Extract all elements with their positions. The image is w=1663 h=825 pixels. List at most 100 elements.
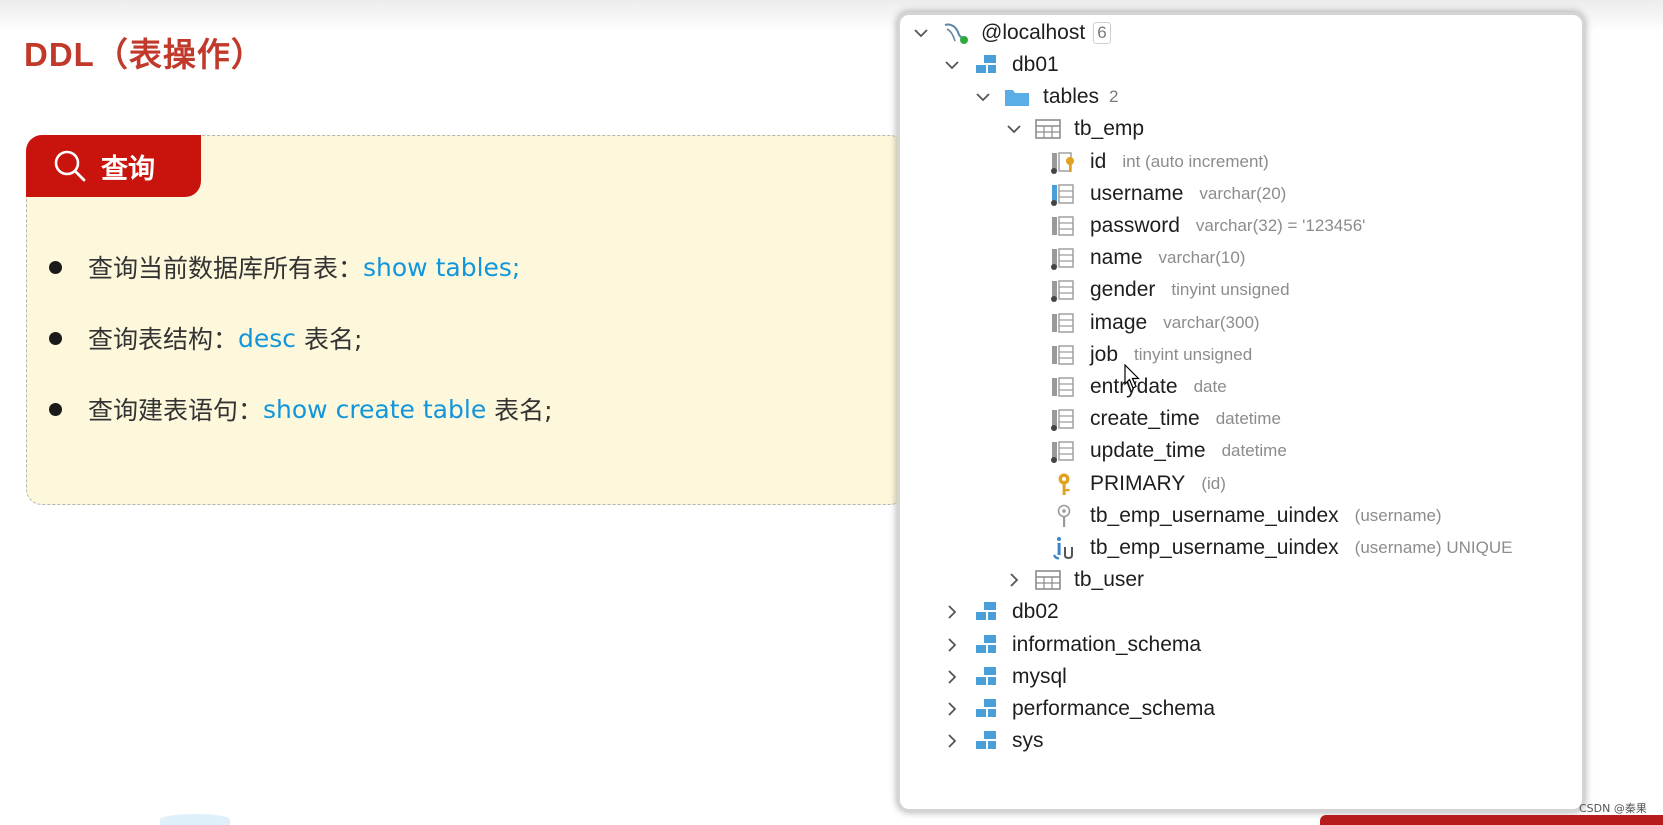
chevron-down-icon[interactable]: [944, 57, 960, 73]
column-type: tinyint unsigned: [1171, 280, 1290, 299]
table-name: tb_emp: [1074, 117, 1145, 140]
tree-node-performance-schema[interactable]: performance_schema: [944, 692, 1215, 726]
index-icon: [1052, 537, 1073, 560]
column-type: datetime: [1215, 409, 1281, 428]
column-node-password[interactable]: password varchar(32) = '123456': [1050, 209, 1365, 243]
tree-node-db01[interactable]: db01: [944, 48, 1059, 82]
chevron-right-icon[interactable]: [944, 733, 960, 749]
bullet-suffix: 表名;: [296, 325, 363, 354]
column-icon: [1052, 313, 1074, 333]
column-type: datetime: [1221, 441, 1287, 460]
column-node-username[interactable]: username varchar(20): [1050, 177, 1286, 211]
database-icon: [976, 667, 996, 685]
bullet-suffix: 表名;: [486, 396, 553, 425]
index-detail: (username) UNIQUE: [1354, 538, 1513, 557]
column-node-create-time[interactable]: create_time datetime: [1050, 402, 1281, 436]
slide-title: DDL（表操作）: [24, 36, 265, 73]
column-icon: [1052, 345, 1074, 365]
chevron-right-icon[interactable]: [944, 604, 960, 620]
key-icon: [1058, 473, 1070, 495]
column-type: date: [1193, 377, 1227, 396]
unique-key-icon: [1057, 504, 1071, 527]
chevron-down-icon[interactable]: [913, 25, 929, 41]
chevron-right-icon[interactable]: [944, 637, 960, 653]
column-name: username: [1090, 182, 1184, 205]
bullet-dot: [49, 331, 62, 345]
column-name: job: [1090, 343, 1119, 366]
primary-key-column-icon: [1051, 152, 1074, 174]
tree-node-tables[interactable]: tables 2: [975, 80, 1119, 114]
chevron-down-icon[interactable]: [1006, 121, 1022, 137]
index-node-username-uindex[interactable]: tb_emp_username_uindex (username) UNIQUE: [1050, 531, 1512, 565]
not-null-column-icon: [1051, 409, 1074, 431]
bullet-keyword: desc: [238, 323, 297, 353]
table-icon: [1035, 119, 1061, 139]
tree-node-mysql[interactable]: mysql: [944, 660, 1067, 694]
folder-icon: [1005, 90, 1029, 106]
tree-node-db02[interactable]: db02: [944, 595, 1059, 629]
mysql-connection-icon: [944, 23, 968, 44]
index-name: tb_emp_username_uindex: [1090, 536, 1339, 559]
column-name: image: [1090, 311, 1148, 334]
column-type: int (auto increment): [1122, 152, 1269, 171]
tree-node-localhost[interactable]: @localhost 6: [913, 16, 1111, 50]
database-icon: [976, 635, 996, 653]
column-node-gender[interactable]: gender tinyint unsigned: [1050, 273, 1290, 307]
search-icon: [54, 150, 86, 182]
tree-node-tb-user[interactable]: tb_user: [1006, 563, 1144, 597]
column-type: varchar(20): [1199, 184, 1287, 203]
column-type: varchar(300): [1163, 313, 1260, 332]
key-name: PRIMARY: [1090, 472, 1186, 495]
column-name: update_time: [1090, 439, 1206, 462]
db-name: mysql: [1012, 665, 1067, 688]
bullet-show-tables: 查询当前数据库所有表： show tables;: [49, 249, 520, 285]
chevron-down-icon[interactable]: [975, 89, 991, 105]
decorative-cloud: [160, 814, 230, 825]
column-node-job[interactable]: job tinyint unsigned: [1050, 338, 1252, 372]
db-name: performance_schema: [1012, 697, 1216, 720]
column-name: gender: [1090, 278, 1156, 301]
column-name: password: [1090, 214, 1180, 237]
key-node-primary[interactable]: PRIMARY (id): [1050, 467, 1226, 501]
bullet-text: 查询当前数据库所有表：: [88, 254, 364, 283]
not-null-column-icon: [1051, 280, 1074, 302]
column-node-id[interactable]: id int (auto increment): [1050, 145, 1269, 179]
section-label: 查询: [101, 153, 155, 185]
column-node-name[interactable]: name varchar(10): [1050, 241, 1245, 275]
host-name: @localhost: [981, 21, 1086, 44]
column-node-update-time[interactable]: update_time datetime: [1050, 434, 1287, 468]
database-icon: [976, 55, 996, 73]
tree-node-information-schema[interactable]: information_schema: [944, 628, 1201, 662]
column-node-image[interactable]: image varchar(300): [1050, 306, 1260, 340]
table-name: tb_user: [1074, 568, 1145, 591]
db-name: information_schema: [1012, 633, 1202, 656]
table-icon: [1035, 570, 1061, 590]
bullet-dot: [49, 260, 62, 274]
unique-column-icon: [1051, 184, 1074, 206]
tree-node-sys[interactable]: sys: [944, 724, 1044, 758]
column-name: id: [1090, 150, 1107, 173]
query-card: 查询 查询当前数据库所有表： show tables; 查询表结构： desc …: [26, 135, 906, 505]
chevron-right-icon[interactable]: [944, 701, 960, 717]
column-name: name: [1090, 246, 1143, 269]
watermark: CSDN @秦果: [1579, 802, 1647, 815]
column-type: tinyint unsigned: [1134, 345, 1253, 364]
tables-count: 2: [1109, 87, 1119, 106]
key-detail: (username): [1354, 506, 1442, 525]
column-icon: [1052, 216, 1074, 236]
key-node-username-uindex[interactable]: tb_emp_username_uindex (username): [1050, 499, 1442, 533]
column-type: varchar(32) = '123456': [1195, 216, 1366, 235]
bullet-keyword: show tables;: [363, 252, 521, 282]
chevron-right-icon[interactable]: [944, 669, 960, 685]
key-name: tb_emp_username_uindex: [1090, 504, 1339, 527]
chevron-right-icon[interactable]: [1006, 572, 1022, 588]
section-tab: 查询: [26, 135, 201, 197]
database-icon: [976, 602, 996, 620]
mouse-cursor-icon: [1124, 364, 1140, 389]
tree-node-tb-emp[interactable]: tb_emp: [1006, 112, 1144, 146]
bullet-desc: 查询表结构： desc 表名;: [49, 320, 362, 356]
db-name: db02: [1012, 600, 1059, 623]
database-icon: [976, 699, 996, 717]
database-explorer-panel: @localhost 6 db01 tables 2 tb_emp id int…: [897, 12, 1585, 812]
bullet-text: 查询表结构：: [88, 325, 239, 354]
